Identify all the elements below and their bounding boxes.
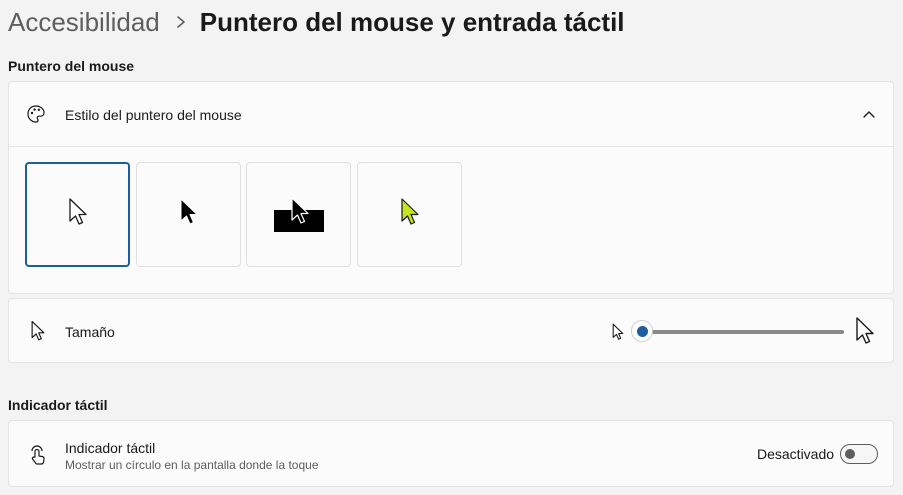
size-slider-thumb[interactable] [631, 320, 653, 342]
white-cursor-icon [68, 197, 88, 232]
pointer-style-option-inverted[interactable] [246, 162, 351, 267]
large-cursor-icon [855, 316, 875, 351]
chevron-right-icon [176, 15, 186, 29]
section-title-mouse-pointer: Puntero del mouse [8, 58, 135, 74]
expander-divider [9, 146, 893, 147]
pointer-style-label: Estilo del puntero del mouse [65, 107, 242, 123]
pointer-style-card: Estilo del puntero del mouse [8, 81, 894, 294]
page-title: Puntero del mouse y entrada táctil [199, 6, 625, 37]
small-cursor-icon [612, 323, 624, 346]
inverted-cursor-icon [273, 196, 324, 234]
pointer-style-header[interactable]: Estilo del puntero del mouse [9, 82, 893, 146]
pointer-style-option-black[interactable] [136, 162, 241, 267]
size-label: Tamaño [65, 324, 115, 340]
toggle-state-label: Desactivado [757, 446, 835, 462]
touch-indicator-toggle[interactable] [840, 444, 878, 464]
cursor-icon [27, 320, 49, 342]
touch-indicator-description: Mostrar un círculo en la pantalla donde … [65, 458, 319, 472]
touch-icon [26, 443, 50, 467]
palette-icon [25, 103, 47, 125]
pointer-style-option-custom[interactable] [357, 162, 462, 267]
pointer-style-option-white[interactable] [25, 162, 130, 267]
toggle-knob [845, 449, 855, 459]
custom-cursor-icon [400, 197, 420, 232]
chevron-up-icon[interactable] [861, 106, 877, 122]
touch-indicator-label: Indicador táctil [65, 440, 156, 456]
breadcrumb-accesibilidad[interactable]: Accesibilidad [8, 7, 160, 38]
section-title-touch-indicator: Indicador táctil [8, 397, 108, 413]
size-slider-track[interactable] [638, 330, 844, 334]
breadcrumb: Accesibilidad Puntero del mouse y entrad… [8, 4, 625, 40]
black-cursor-icon [179, 197, 199, 232]
